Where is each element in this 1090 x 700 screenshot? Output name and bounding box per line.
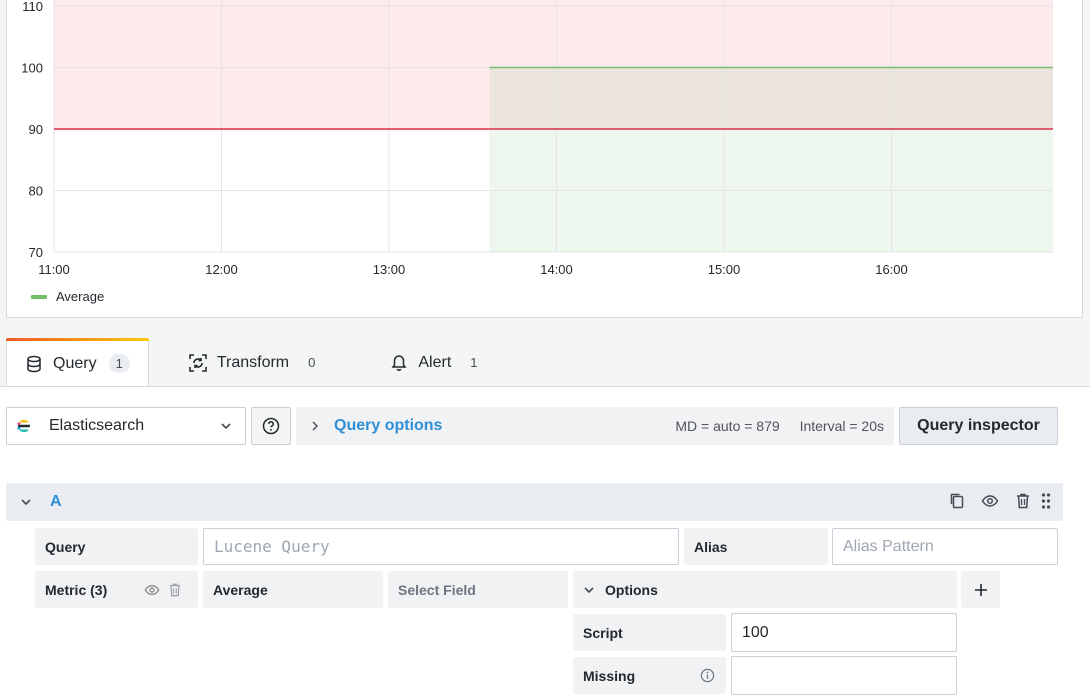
datasource-name: Elasticsearch xyxy=(49,417,145,434)
lucene-query-input[interactable]: Lucene Query xyxy=(203,528,679,565)
chevron-down-icon xyxy=(221,423,231,430)
legend-label-average[interactable]: Average xyxy=(56,289,104,304)
x-tick-label: 16:00 xyxy=(875,262,908,277)
metric-type-select[interactable]: Average xyxy=(203,571,383,608)
missing-label: Missing xyxy=(573,657,726,694)
metric-options-toggle[interactable]: Options xyxy=(573,571,957,608)
x-tick-label: 11:00 xyxy=(38,262,70,277)
tab-transform-count: 0 xyxy=(308,355,316,370)
query-row-header[interactable]: A xyxy=(6,483,1063,521)
metric-label: Metric (3) xyxy=(35,571,198,608)
copy-icon xyxy=(950,493,964,509)
tab-query[interactable]: Query 1 xyxy=(6,338,149,388)
question-circle-icon xyxy=(262,417,280,435)
y-tick-label: 70 xyxy=(29,245,43,260)
interval-info: Interval = 20s xyxy=(799,418,884,434)
tab-alert[interactable]: Alert 1 xyxy=(348,338,502,387)
drag-handle[interactable] xyxy=(1041,492,1051,510)
duplicate-query-button[interactable] xyxy=(949,492,965,510)
datasource-help-button[interactable] xyxy=(251,407,291,445)
remove-query-button[interactable] xyxy=(1015,492,1031,510)
add-metric-button[interactable] xyxy=(961,571,1000,608)
tab-transform[interactable]: Transform 0 xyxy=(155,338,341,387)
query-options-bar[interactable]: Query options MD = auto = 879 Interval =… xyxy=(296,407,894,445)
bell-icon xyxy=(390,354,408,372)
toggle-query-visibility-button[interactable] xyxy=(981,492,999,510)
plus-icon xyxy=(974,583,987,596)
alias-pattern-input[interactable]: Alias Pattern xyxy=(832,528,1058,565)
trash-icon[interactable] xyxy=(168,582,182,598)
tab-query-label: Query xyxy=(53,354,97,372)
chart-legend[interactable]: Average xyxy=(31,289,104,304)
tab-transform-label: Transform xyxy=(216,353,290,371)
x-tick-label: 15:00 xyxy=(708,262,741,277)
chevron-right-icon xyxy=(312,421,319,431)
x-tick-label: 12:00 xyxy=(205,262,238,277)
x-tick-label: 13:00 xyxy=(373,262,406,277)
info-circle-icon[interactable] xyxy=(700,668,715,683)
graph-panel: 70 80 90 100 110 11:00 12:00 13:00 14:00 15:00 16:… xyxy=(6,0,1083,318)
max-data-points-info: MD = auto = 879 xyxy=(675,418,780,434)
y-tick-label: 90 xyxy=(29,122,43,137)
trash-icon xyxy=(1017,493,1029,509)
tab-alert-count: 1 xyxy=(470,355,478,370)
script-label: Script xyxy=(573,614,726,651)
y-tick-label: 110 xyxy=(22,0,43,14)
database-icon xyxy=(25,355,43,373)
y-tick-label: 100 xyxy=(21,61,43,76)
script-input[interactable]: 100 xyxy=(731,613,957,652)
query-row-actions xyxy=(933,492,1051,510)
metric-label-text: Metric (3) xyxy=(45,581,108,598)
drag-handle-icon xyxy=(1041,493,1051,509)
y-tick-label: 80 xyxy=(29,184,43,199)
legend-swatch-average xyxy=(31,294,47,299)
query-ref-id[interactable]: A xyxy=(50,493,62,511)
editor-tabs: Query 1 Transform 0 Alert 1 xyxy=(6,338,503,388)
time-series-chart: 70 80 90 100 110 11:00 12:00 13:00 14:00 15:00 16:… xyxy=(21,0,1053,277)
query-options-summary: MD = auto = 879 Interval = 20s xyxy=(659,418,884,434)
x-tick-label: 14:00 xyxy=(540,262,573,277)
eye-icon xyxy=(981,495,999,507)
tab-query-count: 1 xyxy=(108,354,130,373)
transform-icon xyxy=(189,353,207,372)
elasticsearch-logo xyxy=(17,419,30,433)
missing-label-text: Missing xyxy=(583,667,636,684)
query-field-label: Query xyxy=(35,528,198,565)
missing-input[interactable] xyxy=(731,656,957,695)
alias-field-label: Alias xyxy=(684,528,828,565)
metric-field-select[interactable]: Select Field xyxy=(388,571,568,608)
query-inspector-button[interactable]: Query inspector xyxy=(899,407,1058,445)
metric-options-label: Options xyxy=(605,581,658,598)
datasource-picker[interactable]: Elasticsearch xyxy=(6,407,246,445)
eye-icon[interactable] xyxy=(144,582,160,598)
tab-alert-label: Alert xyxy=(418,353,452,371)
chevron-down-icon xyxy=(584,586,594,593)
series-area-average xyxy=(489,67,1053,252)
query-options-label[interactable]: Query options xyxy=(334,417,442,435)
chevron-down-icon[interactable] xyxy=(20,496,32,508)
